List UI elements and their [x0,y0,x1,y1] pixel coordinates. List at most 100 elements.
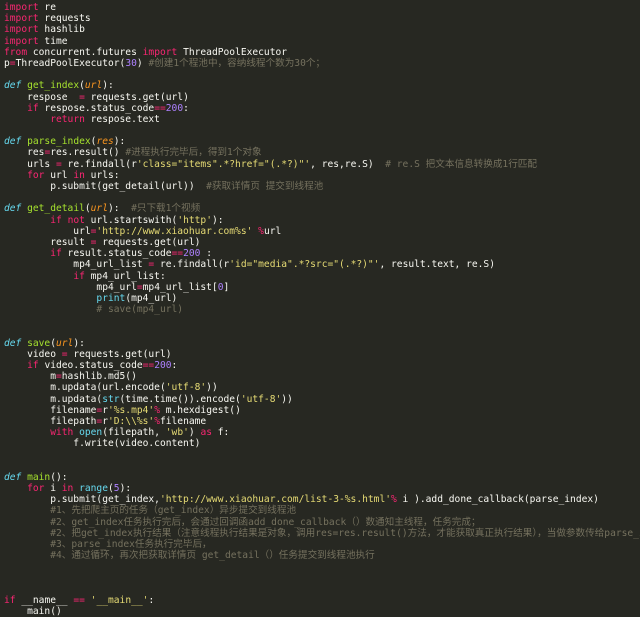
code-token-text: urls [4,158,56,170]
code-token-keyword: import [4,35,39,47]
code-token-function-name: get_index [27,80,80,92]
code-line: res=res.result() #进程执行完毕后，得到1个对象 [0,147,640,158]
code-token-text: mp4_url [4,281,137,293]
code-token-string: 'http' [177,214,212,226]
code-line: result = requests.get(url) [0,237,640,248]
code-line: for i in range(5): [0,483,640,494]
code-token-comment: #2、get_index任务执行完后，会通过回调函add_done_callba… [50,516,481,528]
code-token-operator: == [154,102,166,114]
code-line: mp4_url_list = re.findall(r'id="media".*… [0,259,640,270]
code-token-operator: == [142,360,155,371]
code-token-text: requests.get(url) [96,236,201,248]
code-token-keyword: with [50,427,74,439]
code-token-comment: #2、把get_index执行结果（注意线程执行结果是对象，调用res=res.… [50,527,640,539]
code-token-keyword: import [142,46,178,58]
code-token-text: re.findall(r [61,158,137,170]
code-token-text: requests.get(url) [67,348,172,360]
code-token-operator: == [171,248,184,260]
code-token-keyword: if [27,360,39,371]
code-token-string: 'http://www.xiaohuar.com%s' [96,225,253,237]
code-token-text: filename [159,415,207,427]
code-token-text: ) [136,57,149,69]
code-token-text: mp4_url_list: [84,270,166,282]
code-token-text: time [38,35,68,47]
code-token-def-keyword: def [4,203,22,215]
code-line: def main(): [0,472,640,483]
code-line: if video.status_code==200: [0,360,640,371]
code-token-text: : [183,102,189,114]
code-token-text: ): [119,483,132,495]
code-token-keyword: in [73,169,85,181]
code-token-string: '%s.mp4' [107,404,155,416]
code-line: for url in urls: [0,170,640,181]
code-token-function-name: parse_index [27,136,91,148]
code-token-text: )) [206,382,218,394]
code-token-text: __name__ [15,594,74,606]
code-token-text: , res,re.S) [310,158,386,170]
code-token-def-keyword: def [4,337,22,349]
code-token-parameter: url [90,203,108,215]
code-token-text: res [4,147,45,159]
code-line: def get_index(url): [0,80,640,91]
code-line: if respose.status_code==200: [0,103,640,114]
code-token-text: res.result() [50,147,126,159]
code-editor[interactable]: import re import requests import hashlib im… [0,0,640,617]
code-line: #2、get_index任务执行完后，会通过回调函add_done_callba… [0,517,640,528]
code-token-text: respose.text [84,113,160,125]
code-line: #4、通过循环，再次把获取详情页 get_detail（）任务提交到线程池执行 [0,550,640,561]
code-token-text: ): [211,214,224,226]
code-token-text: m.updata(url.encode( [4,382,166,394]
code-token-text: : [200,248,212,260]
code-line: import hashlib [0,24,640,35]
code-token-comment: #3、parse_index任务执行完毕后， [50,539,212,550]
code-token-keyword: for [27,169,45,181]
code-token-text: mp4_url_list [4,259,149,271]
code-token-parameter: url [84,80,103,92]
code-token-keyword: in [61,483,74,495]
code-token-text: result [4,236,91,248]
code-token-text: mp4_url_list[ [142,281,218,293]
code-token-def-keyword: def [4,471,22,483]
code-token-keyword: import [4,24,39,36]
code-token-text: video [4,348,62,360]
code-line: p.submit(get_index,'http://www.xiaohuar.… [0,494,640,505]
code-line: if __name__ == '__main__': [0,595,640,606]
code-token-text: hashlib [38,24,85,36]
code-token-text: m [4,371,56,383]
code-token-text: ): [107,203,132,215]
code-token-text: result.status_code [61,248,172,260]
code-line: respose = requests.get(url) [0,92,640,103]
code-token-text: url [4,225,91,237]
code-token-keyword: if [50,248,62,260]
code-token-keyword: from [4,46,28,58]
code-token-keyword: if [4,594,16,606]
code-line: return respose.text [0,114,640,125]
code-token-text: : [148,594,155,606]
code-token-text: ): [113,136,126,148]
code-token-keyword: return [50,113,85,125]
code-line: def parse_index(res): [0,136,640,147]
code-token-parameter: res [96,136,114,148]
code-token-builtin: open [79,427,103,439]
code-token-builtin: print [96,292,126,304]
code-token-text: i ).add_done_callback(parse_index) [396,494,599,506]
code-token-number: 200 [165,102,184,114]
code-token-keyword: if [73,270,85,282]
code-token-def-keyword: def [4,80,22,92]
code-line: if not url.startswith('http'): [0,215,640,226]
code-token-text: re [38,2,56,13]
